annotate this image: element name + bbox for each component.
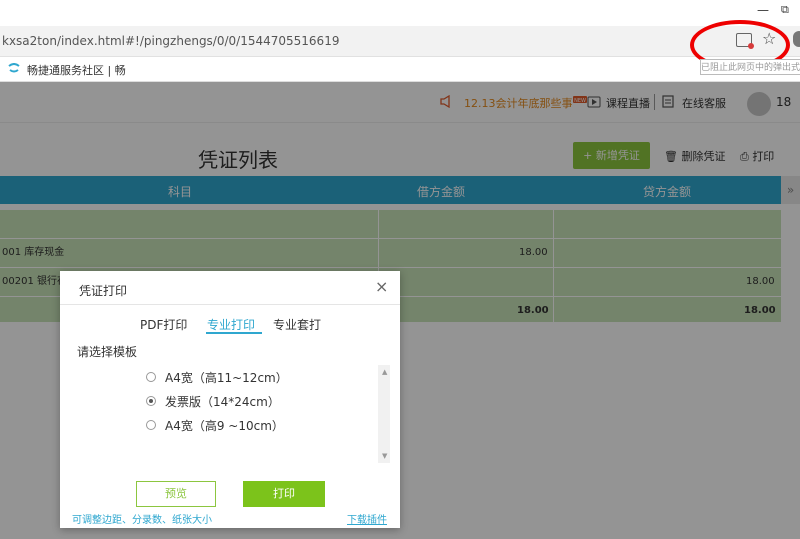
template-option-label[interactable]: A4宽（高11~12cm） <box>165 369 288 386</box>
minimize-button[interactable]: — <box>757 3 769 17</box>
dialog-print-button[interactable]: 打印 <box>243 481 325 507</box>
profile-icon[interactable] <box>793 31 800 47</box>
restore-button[interactable]: ⧉ <box>781 3 789 17</box>
template-label: 请选择模板 <box>77 345 138 359</box>
chanjet-logo-icon <box>8 63 20 73</box>
popup-blocked-tooltip: 已阻止此网页中的弹出式窗口 <box>700 59 800 75</box>
template-radio-a4-11-12[interactable] <box>146 372 156 382</box>
scroll-down-icon[interactable]: ▼ <box>382 452 387 460</box>
dialog-divider <box>60 304 400 305</box>
template-radio-invoice[interactable] <box>146 396 156 406</box>
tab-pro-template-print[interactable]: 专业套打 <box>273 316 321 333</box>
template-list: A4宽（高11~12cm） 发票版（14*24cm） A4宽（高9 ~10cm） <box>132 365 390 463</box>
window-titlebar: — ⧉ <box>0 0 800 26</box>
close-icon[interactable]: × <box>375 277 388 296</box>
url-text[interactable]: kxsa2ton/index.html#!/pingzhengs/0/0/154… <box>2 34 339 48</box>
active-tab-indicator <box>206 332 262 334</box>
template-list-scrollbar[interactable] <box>378 365 390 463</box>
tab-pro-print[interactable]: 专业打印 <box>207 316 255 333</box>
download-plugin-link[interactable]: 下载插件 <box>347 511 387 526</box>
template-radio-a4-9-10[interactable] <box>146 420 156 430</box>
dialog-title: 凭证打印 <box>79 284 128 298</box>
print-dialog: 凭证打印 × PDF打印 专业打印 专业套打 请选择模板 A4宽（高11~12c… <box>60 271 400 528</box>
template-option-label[interactable]: 发票版（14*24cm） <box>165 393 280 410</box>
scroll-up-icon[interactable]: ▲ <box>382 368 387 376</box>
preview-button[interactable]: 预览 <box>136 481 216 507</box>
bookmark-item[interactable]: 畅捷通服务社区 | 畅 <box>27 62 126 78</box>
template-option-label[interactable]: A4宽（高9 ~10cm） <box>165 417 284 434</box>
address-bar[interactable]: kxsa2ton/index.html#!/pingzhengs/0/0/154… <box>0 26 800 57</box>
bookmark-bar: 畅捷通服务社区 | 畅 <box>0 57 800 82</box>
adjust-settings-link[interactable]: 可调整边距、分录数、纸张大小 <box>72 511 212 526</box>
tab-pdf-print[interactable]: PDF打印 <box>140 316 187 333</box>
